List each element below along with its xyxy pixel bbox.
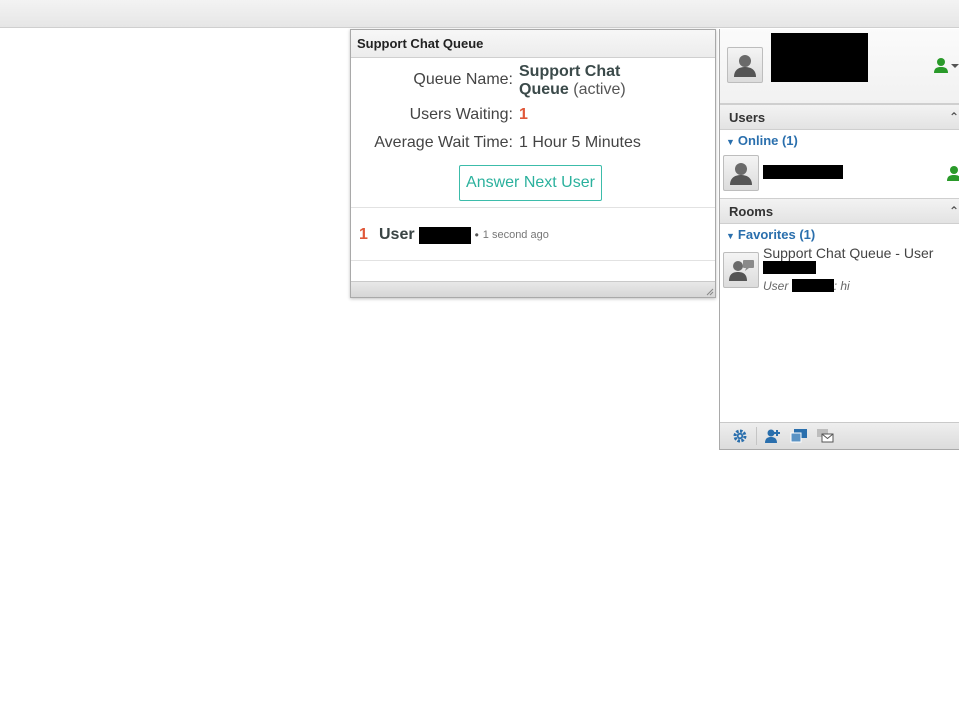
add-user-icon[interactable] [763,426,783,446]
redacted-preview-username [791,279,834,292]
current-user-panel [720,29,959,104]
online-group-label: Online (1) [737,133,798,148]
room-title: Support Chat Queue - User [763,246,958,277]
room-title-text: Support Chat Queue - User [763,245,934,261]
queue-status: (active) [573,81,626,98]
favorites-group[interactable]: ▼ Favorites (1) [720,224,959,246]
online-group[interactable]: ▼ Online (1) [720,130,959,152]
preview-message: : hi [833,279,850,293]
chat-sidebar: Users ⌃ ▼ Online (1) Rooms ⌃ ▼ Favorites (… [719,29,959,450]
chevron-up-icon[interactable]: ⌃ [949,110,959,124]
separator-dot: • [474,228,479,242]
users-waiting-label: Users Waiting: [409,106,513,123]
favorites-group-label: Favorites (1) [737,227,816,242]
room-last-message: User : hi [763,279,850,293]
average-wait-value: 1 Hour 5 Minutes [519,134,641,151]
caret-down-icon: ▼ [726,137,735,147]
redacted-online-username [763,165,843,179]
message-icon[interactable] [815,426,835,446]
user-status-icon[interactable] [933,57,959,80]
gear-icon[interactable] [730,426,750,446]
list-item[interactable]: Support Chat Queue - User User : hi [720,246,959,300]
queue-window: Support Chat Queue Queue Name: Support C… [350,29,716,298]
queue-name-value: Support Chat Queue (active) [519,63,626,99]
average-wait-label: Average Wait Time: [374,134,513,151]
person-icon[interactable] [727,47,763,83]
users-section-header[interactable]: Users ⌃ [720,104,959,130]
queue-window-title: Support Chat Queue [351,30,715,58]
divider [351,260,715,261]
queue-name-line1: Support Chat [519,63,621,80]
queue-name-label: Queue Name: [413,71,513,88]
sidebar-toolbar [720,422,959,449]
rooms-header-label: Rooms [729,204,774,219]
person-icon [723,155,759,191]
rooms-section-header[interactable]: Rooms ⌃ [720,198,959,224]
queue-wait-time: 1 second ago [482,229,549,241]
caret-down-icon: ▼ [726,231,735,241]
redacted-room-username [763,261,816,274]
queue-list-item[interactable]: 1 User • 1 second ago [359,224,549,246]
redacted-current-username [771,33,868,82]
users-waiting-count: 1 [519,106,528,123]
toolbar-separator [756,427,757,445]
redacted-username [418,226,471,244]
queue-user-label: User [379,226,415,243]
queue-name-line2: Queue [519,81,569,98]
divider [351,207,715,208]
user-status-icon [947,166,959,181]
chevron-up-icon[interactable]: ⌃ [949,204,959,218]
queue-window-footer [351,281,715,297]
queue-position: 1 [359,226,368,243]
list-item[interactable] [720,152,959,198]
preview-user-label: User [763,279,789,293]
chat-room-icon [723,252,759,288]
resize-grip-icon[interactable] [706,288,714,296]
answer-next-user-button[interactable]: Answer Next User [459,165,602,201]
chat-window-icon[interactable] [789,426,809,446]
users-header-label: Users [729,110,766,125]
browser-topbar [0,0,959,28]
